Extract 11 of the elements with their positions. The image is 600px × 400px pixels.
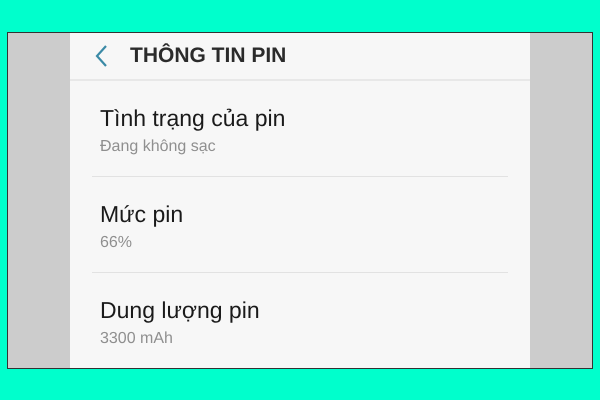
item-title: Dung lượng pin (100, 297, 261, 324)
item-value: Đang không sạc (100, 138, 217, 156)
item-value: 66% (100, 234, 134, 252)
back-icon[interactable] (94, 44, 108, 68)
item-title: Mức pin (100, 201, 184, 228)
page-title: THÔNG TIN PIN (130, 44, 286, 68)
item-title: Tình trạng của pin (100, 105, 286, 132)
settings-item[interactable]: Mức pin 66% (92, 177, 508, 274)
settings-item[interactable]: Tình trạng của pin Đang không sạc (92, 81, 508, 178)
item-value: 3300 mAh (100, 330, 174, 348)
settings-item[interactable]: Dung lượng pin 3300 mAh (92, 273, 508, 368)
